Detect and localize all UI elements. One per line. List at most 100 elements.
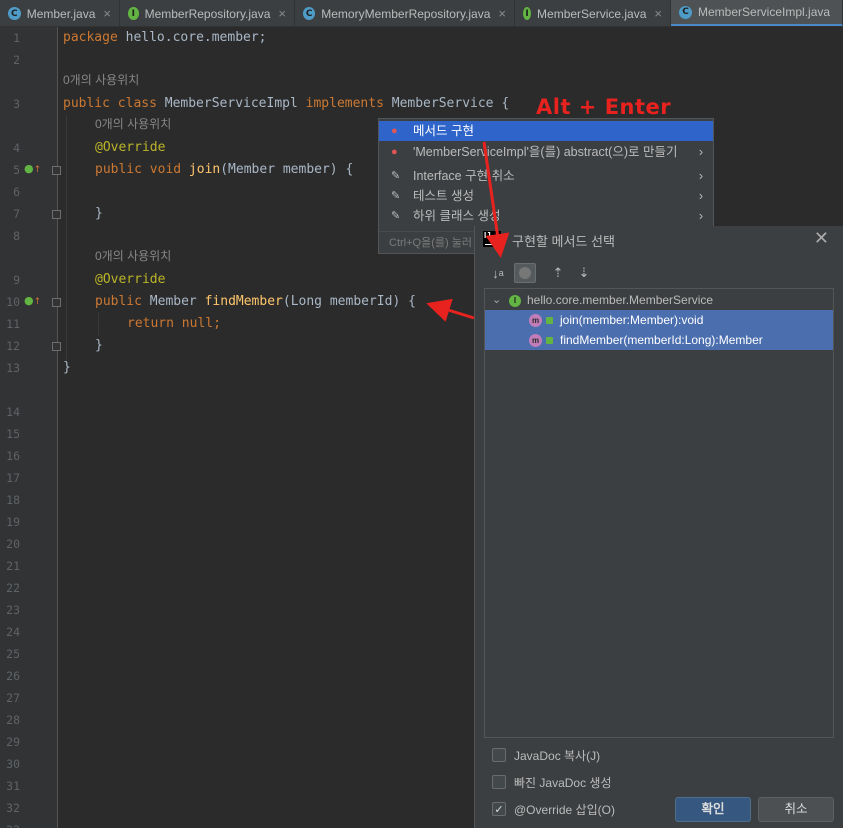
code-line-7: } xyxy=(95,203,103,225)
tab-member-repository-java[interactable]: I MemberRepository.java × xyxy=(120,0,295,26)
sort-alphabetically-icon[interactable]: ↓ a xyxy=(487,263,509,283)
line-number: 10 xyxy=(6,295,20,309)
keyword: return null xyxy=(127,316,214,331)
interface-icon: I xyxy=(523,7,532,20)
menu-item-unimplement-interface[interactable]: ✎ Interface 구현 취소 › xyxy=(379,166,713,186)
line-number: 17 xyxy=(6,471,20,485)
copy-javadoc-checkbox[interactable]: JavaDoc 복사(J) xyxy=(492,747,600,763)
tab-label: MemberRepository.java xyxy=(144,6,271,21)
checkbox-box[interactable] xyxy=(492,775,506,789)
annotation-label: Alt + Enter xyxy=(536,95,672,119)
close-icon[interactable]: × xyxy=(654,6,662,21)
close-icon[interactable]: × xyxy=(498,6,506,21)
fold-marker-icon[interactable] xyxy=(52,210,61,219)
fold-marker-icon[interactable] xyxy=(52,166,61,175)
line-number: 28 xyxy=(6,713,20,727)
editor-tab-bar: C Member.java × I MemberRepository.java … xyxy=(0,0,843,27)
close-icon[interactable]: ✕ xyxy=(814,228,829,249)
bulb-icon: ● xyxy=(391,125,398,137)
line-number: 15 xyxy=(6,427,20,441)
usage-hint[interactable]: 0개의 사용위치 xyxy=(63,71,139,88)
line-number: 31 xyxy=(6,779,20,793)
line-number: 9 xyxy=(13,273,20,287)
intellij-logo-icon: IJ xyxy=(483,231,501,247)
code-line-13: } xyxy=(63,357,71,379)
menu-item-label: 메서드 구현 xyxy=(413,124,474,138)
line-number: 27 xyxy=(6,691,20,705)
close-icon[interactable]: × xyxy=(103,6,111,21)
indent-guide xyxy=(98,313,99,335)
class-name: MemberServiceImpl xyxy=(156,96,306,111)
code-text: Member xyxy=(141,294,205,309)
code-text: MemberService { xyxy=(383,96,510,111)
dialog-title: 구현할 메서드 선택 xyxy=(512,234,615,249)
menu-item-implement-methods[interactable]: ● 메서드 구현 xyxy=(379,121,713,141)
tree-root-node[interactable]: ⌄ Ihello.core.member.MemberService xyxy=(485,290,833,310)
close-icon[interactable]: × xyxy=(278,6,286,21)
line-number: 5 xyxy=(13,163,20,177)
edit-icon: ✎ xyxy=(391,210,401,222)
tab-memory-member-repository-java[interactable]: C MemoryMemberRepository.java × xyxy=(295,0,515,26)
line-number: 16 xyxy=(6,449,20,463)
checkbox-label: JavaDoc 복사(J) xyxy=(514,748,601,763)
show-classes-icon[interactable] xyxy=(514,263,536,283)
implements-method-icon[interactable]: ●↑ xyxy=(24,162,41,175)
fold-marker-icon[interactable] xyxy=(52,298,61,307)
chevron-down-icon[interactable]: ⌄ xyxy=(492,290,501,310)
code-line-10: public Member findMember(Long memberId) … xyxy=(95,291,416,313)
cancel-button[interactable]: 취소 xyxy=(758,797,834,822)
tab-label: MemberServiceImpl.java xyxy=(698,5,831,19)
edit-icon: ✎ xyxy=(391,190,401,202)
edit-icon: ✎ xyxy=(391,170,401,182)
tree-method-join[interactable]: m join(member:Member):void xyxy=(485,310,833,330)
code-line-11: return null; xyxy=(127,313,221,335)
method-name: findMember xyxy=(204,294,283,309)
line-number: 3 xyxy=(13,97,20,111)
line-number: 2 xyxy=(13,53,20,67)
line-number: 22 xyxy=(6,581,20,595)
tree-method-find-member[interactable]: m findMember(memberId:Long):Member xyxy=(485,330,833,350)
checkmark-icon[interactable]: ✓ xyxy=(492,802,506,816)
tab-member-service-java[interactable]: I MemberService.java × xyxy=(515,0,671,26)
keyword: public class xyxy=(63,96,157,111)
line-number: 33 xyxy=(0,819,20,828)
ok-button[interactable]: 확인 xyxy=(675,797,751,822)
code-line-4: @Override xyxy=(95,137,165,159)
checkbox-box[interactable] xyxy=(492,748,506,762)
line-number: 24 xyxy=(6,625,20,639)
menu-item-create-subclass[interactable]: ✎ 하위 클래스 생성 › xyxy=(379,206,713,226)
tab-member-service-impl-java[interactable]: C MemberServiceImpl.java xyxy=(671,0,843,26)
line-number: 11 xyxy=(6,317,20,331)
line-number: 29 xyxy=(6,735,20,749)
menu-item-label: Interface 구현 취소 xyxy=(413,169,515,183)
interface-icon: I xyxy=(128,7,139,20)
public-icon xyxy=(546,337,553,345)
code-text: (Long memberId) { xyxy=(282,294,416,309)
method-icon: m xyxy=(529,334,542,348)
annotation: @Override xyxy=(95,272,166,287)
implements-method-icon[interactable]: ●↑ xyxy=(24,294,41,307)
line-number: 18 xyxy=(6,493,20,507)
tree-root-label: hello.core.member.MemberService xyxy=(527,293,714,307)
menu-item-make-abstract[interactable]: ● 'MemberServiceImpl'을(를) abstract(으)로 만… xyxy=(379,142,713,162)
tab-member-java[interactable]: C Member.java × xyxy=(0,0,120,26)
menu-item-create-test[interactable]: ✎ 테스트 생성 › xyxy=(379,186,713,206)
line-number: 12 xyxy=(6,339,20,353)
usage-hint[interactable]: 0개의 사용위치 xyxy=(95,247,171,264)
collapse-all-icon[interactable]: ⇣ xyxy=(573,263,595,283)
generate-missing-javadoc-checkbox[interactable]: 빠진 JavaDoc 생성 xyxy=(492,774,612,790)
menu-item-label: 하위 클래스 생성 xyxy=(413,209,501,223)
expand-all-icon[interactable]: ⇡ xyxy=(547,263,569,283)
line-number: 1 xyxy=(13,31,20,45)
chevron-right-icon: › xyxy=(698,145,703,159)
fold-marker-icon[interactable] xyxy=(52,342,61,351)
bulb-icon: ● xyxy=(391,146,398,158)
checkbox-label: @Override 삽입(O) xyxy=(514,802,615,817)
method-icon: m xyxy=(529,314,542,328)
insert-override-checkbox[interactable]: ✓ @Override 삽입(O) xyxy=(492,801,615,817)
code-line-3: public class MemberServiceImpl implement… xyxy=(63,93,509,115)
methods-tree[interactable]: ⌄ Ihello.core.member.MemberService m join… xyxy=(484,288,834,738)
method-label: join(member:Member):void xyxy=(560,313,704,327)
usage-hint[interactable]: 0개의 사용위치 xyxy=(95,115,171,132)
line-number: 7 xyxy=(13,207,20,221)
